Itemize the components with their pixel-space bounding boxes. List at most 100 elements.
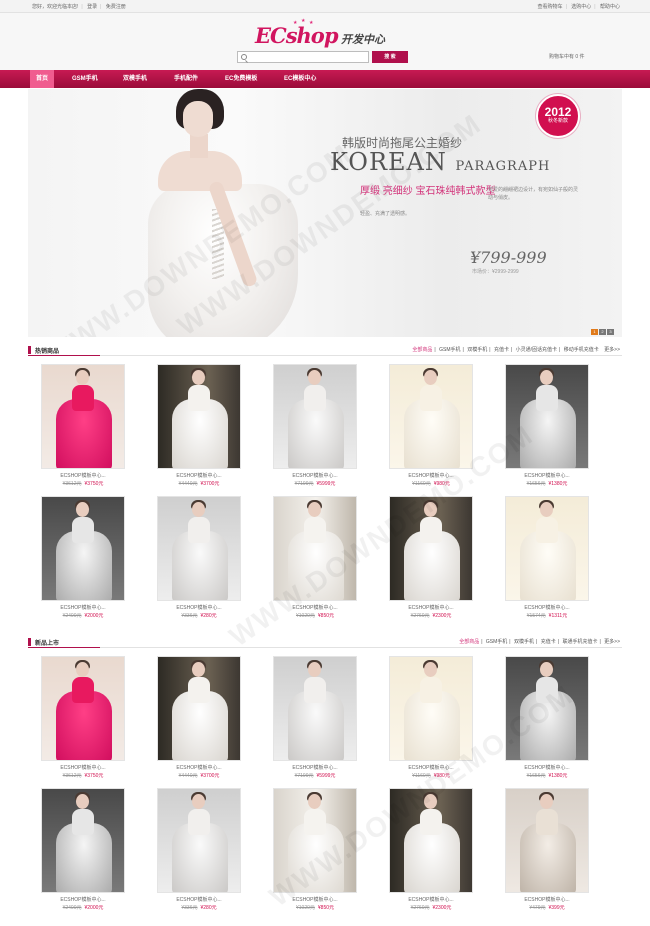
product-card[interactable]: ECSHOP模板中心... ¥7199元 ¥5999元 xyxy=(267,656,357,784)
product-price: ¥1311元 xyxy=(548,613,568,619)
product-card[interactable]: ECSHOP模板中心... ¥3612元 ¥3750元 xyxy=(35,364,125,492)
product-image[interactable] xyxy=(41,496,125,601)
tab-all[interactable]: 全部商品 xyxy=(459,639,479,645)
nav-item-free-templates[interactable]: EC免费模板 xyxy=(225,70,257,88)
product-name[interactable]: ECSHOP模板中心... xyxy=(35,604,131,611)
product-old-price: ¥1020元 xyxy=(295,905,315,911)
banner-script-small: PARAGRAPH xyxy=(455,159,551,174)
product-image[interactable] xyxy=(41,788,125,893)
product-name[interactable]: ECSHOP模板中心... xyxy=(267,472,363,479)
banner-dot-3[interactable]: 3 xyxy=(607,329,614,335)
product-prices: ¥1656元 ¥1380元 xyxy=(499,480,595,487)
help-center-link[interactable]: 帮助中心 xyxy=(600,4,620,10)
nav-item-gsm[interactable]: GSM手机 xyxy=(72,70,98,88)
product-name[interactable]: ECSHOP模板中心... xyxy=(267,764,363,771)
section-marker xyxy=(28,638,31,646)
banner-tagline: 厚缎 亮细纱 宝石珠纯韩式款型 xyxy=(360,186,496,197)
product-card[interactable]: ECSHOP模板中心... ¥2400元 ¥2000元 xyxy=(35,788,125,916)
tab-gsm[interactable]: GSM手机 xyxy=(439,347,460,353)
product-price: ¥3750元 xyxy=(84,773,104,779)
product-image[interactable] xyxy=(157,656,241,761)
tab-all[interactable]: 全部商品 xyxy=(412,347,432,353)
product-price: ¥3700元 xyxy=(200,773,220,779)
tab-dual-mode[interactable]: 双模手机 xyxy=(514,639,534,645)
product-name[interactable]: ECSHOP模板中心... xyxy=(151,604,247,611)
tab-recharge[interactable]: 充值卡 xyxy=(494,347,509,353)
tab-mobile-recharge[interactable]: 移动手机充值卡 xyxy=(564,347,599,353)
product-old-price: ¥336元 xyxy=(181,905,198,911)
product-name[interactable]: ECSHOP模板中心... xyxy=(151,472,247,479)
product-card[interactable]: ECSHOP模板中心... ¥479元 ¥399元 xyxy=(499,788,589,916)
product-card[interactable]: ECSHOP模板中心... ¥336元 ¥280元 xyxy=(151,788,241,916)
product-prices: ¥2400元 ¥2000元 xyxy=(35,904,131,911)
product-image[interactable] xyxy=(505,496,589,601)
search-box[interactable] xyxy=(237,51,369,63)
product-prices: ¥1574元 ¥1311元 xyxy=(499,612,595,619)
more-link[interactable]: 更多>> xyxy=(604,347,620,353)
product-price: ¥3750元 xyxy=(84,481,104,487)
product-name[interactable]: ECSHOP模板中心... xyxy=(35,896,131,903)
product-image[interactable] xyxy=(157,788,241,893)
product-name[interactable]: ECSHOP模板中心... xyxy=(499,896,595,903)
product-name[interactable]: ECSHOP模板中心... xyxy=(499,472,595,479)
product-card[interactable]: ECSHOP模板中心... ¥7199元 ¥5999元 xyxy=(267,364,357,492)
nav-item-accessories[interactable]: 手机配件 xyxy=(174,70,198,88)
product-prices: ¥2760元 ¥2300元 xyxy=(383,612,479,619)
product-name[interactable]: ECSHOP模板中心... xyxy=(383,604,479,611)
banner-dot-2[interactable]: 2 xyxy=(599,329,606,335)
cart-summary[interactable]: 购物车中有 0 件 xyxy=(549,53,585,60)
product-name[interactable]: ECSHOP模板中心... xyxy=(151,764,247,771)
product-image[interactable] xyxy=(389,364,473,469)
tab-dual-mode[interactable]: 双模手机 xyxy=(467,347,487,353)
product-image[interactable] xyxy=(273,656,357,761)
view-cart-link[interactable]: 查看购物车 xyxy=(538,4,563,10)
more-link[interactable]: 更多>> xyxy=(604,639,620,645)
product-price: ¥2000元 xyxy=(84,613,104,619)
tab-recharge[interactable]: 充值卡 xyxy=(541,639,556,645)
tab-landline-recharge[interactable]: 小灵通/固话充值卡 xyxy=(516,347,557,353)
product-old-price: ¥2400元 xyxy=(62,905,82,911)
banner-script-big: KOREAN xyxy=(330,148,447,176)
product-card[interactable]: ECSHOP模板中心... ¥336元 ¥280元 xyxy=(151,496,241,624)
product-price: ¥3700元 xyxy=(200,481,220,487)
site-logo[interactable]: ECshop ★ ★ ★ 开发中心 xyxy=(255,18,385,51)
product-card[interactable]: ECSHOP模板中心... ¥2400元 ¥2000元 xyxy=(35,496,125,624)
register-link[interactable]: 免费注册 xyxy=(106,4,126,10)
search-button[interactable]: 搜 索 xyxy=(372,51,408,63)
product-name[interactable]: ECSHOP模板中心... xyxy=(35,764,131,771)
product-name[interactable]: ECSHOP模板中心... xyxy=(499,764,595,771)
product-image[interactable] xyxy=(389,656,473,761)
product-price: ¥1380元 xyxy=(548,481,568,487)
product-image[interactable] xyxy=(273,364,357,469)
product-name[interactable]: ECSHOP模板中心... xyxy=(383,896,479,903)
banner-description: 可爱的翩翩裙边设计，有宛如仙子般的灵动与俏皮。 xyxy=(488,187,579,201)
select-center-link[interactable]: 选购中心 xyxy=(571,4,591,10)
product-name[interactable]: ECSHOP模板中心... xyxy=(35,472,131,479)
product-old-price: ¥1020元 xyxy=(295,613,315,619)
product-card[interactable]: ECSHOP模板中心... ¥4440元 ¥3700元 xyxy=(151,656,241,784)
product-card[interactable]: ECSHOP模板中心... ¥1574元 ¥1311元 xyxy=(499,496,589,624)
product-card[interactable]: ECSHOP模板中心... ¥3612元 ¥3750元 xyxy=(35,656,125,784)
nav-item-home[interactable]: 首页 xyxy=(30,70,55,88)
search-input[interactable] xyxy=(249,53,367,61)
banner-dot-1[interactable]: 1 xyxy=(591,329,598,335)
product-card[interactable]: ECSHOP模板中心... ¥4440元 ¥3700元 xyxy=(151,364,241,492)
product-prices: ¥7199元 ¥5999元 xyxy=(267,480,363,487)
product-name[interactable]: ECSHOP模板中心... xyxy=(499,604,595,611)
product-prices: ¥4440元 ¥3700元 xyxy=(151,480,247,487)
product-image[interactable] xyxy=(505,788,589,893)
welcome-text: 您好，欢迎光临本店! xyxy=(32,4,79,10)
nav-item-template-center[interactable]: EC模板中心 xyxy=(284,70,316,88)
tab-gsm[interactable]: GSM手机 xyxy=(486,639,507,645)
product-price: ¥850元 xyxy=(317,613,335,619)
product-image[interactable] xyxy=(157,496,241,601)
nav-item-dual-mode[interactable]: 双模手机 xyxy=(123,70,147,88)
tab-unicom-recharge[interactable]: 联通手机充值卡 xyxy=(562,639,597,645)
product-image[interactable] xyxy=(41,656,125,761)
product-name[interactable]: ECSHOP模板中心... xyxy=(151,896,247,903)
product-prices: ¥336元 ¥280元 xyxy=(151,612,247,619)
product-prices: ¥3612元 ¥3750元 xyxy=(35,480,131,487)
product-image[interactable] xyxy=(157,364,241,469)
product-image[interactable] xyxy=(41,364,125,469)
login-link[interactable]: 登录 xyxy=(87,4,97,10)
